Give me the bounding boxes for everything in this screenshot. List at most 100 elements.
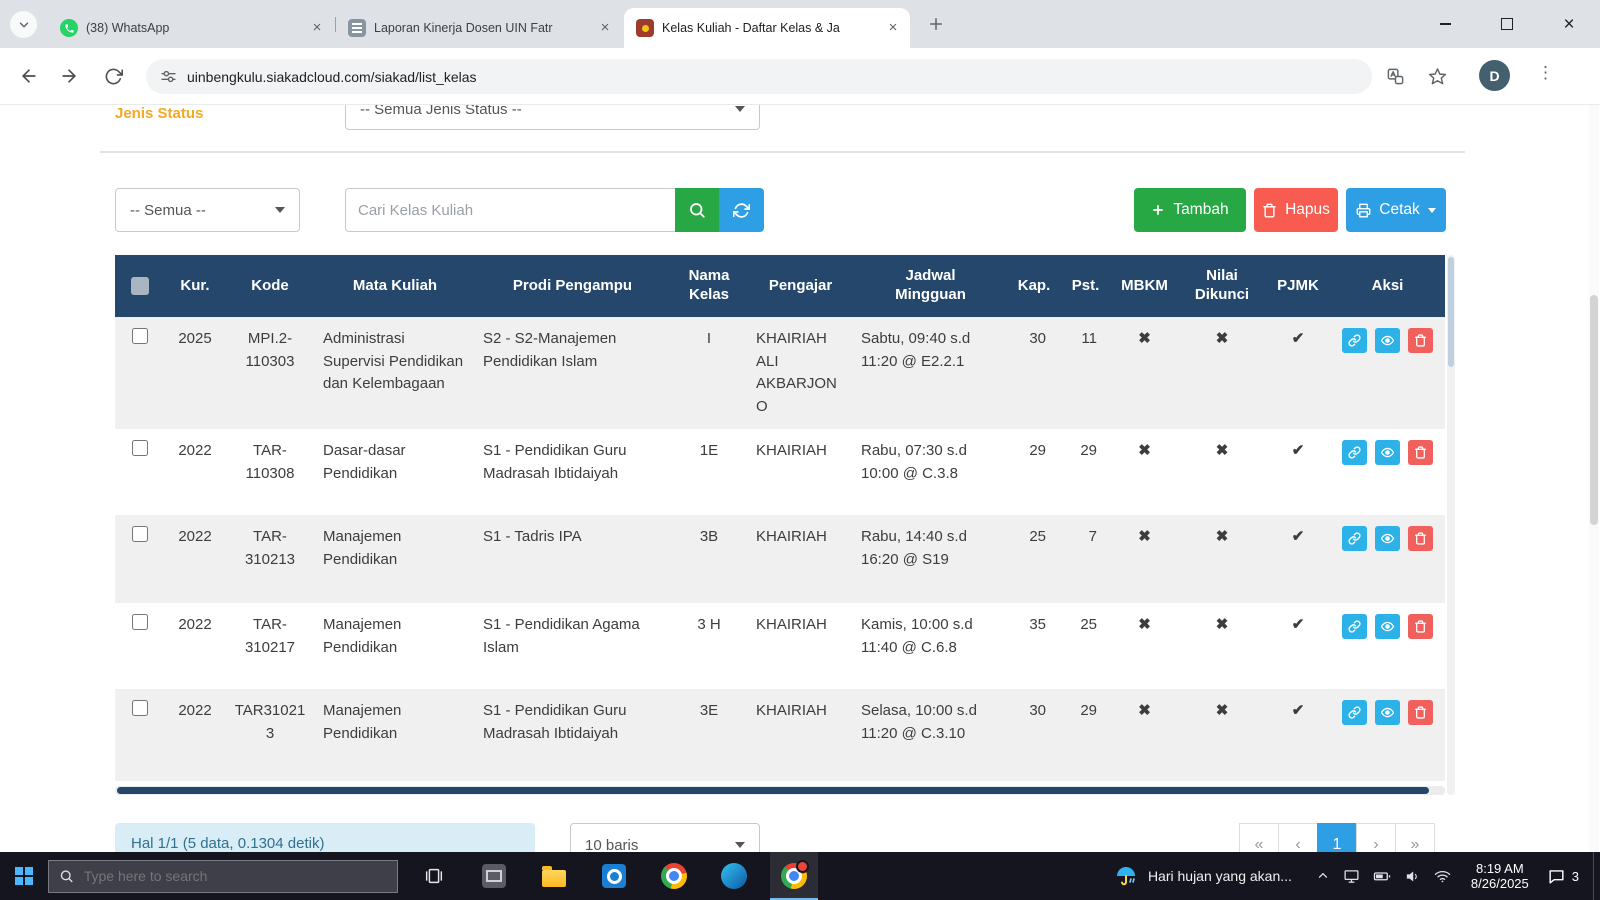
table-horizontal-scrollbar[interactable]	[115, 786, 1445, 795]
row-checkbox[interactable]	[132, 614, 148, 630]
pagination-first-button[interactable]: «	[1239, 823, 1279, 852]
profile-avatar[interactable]: D	[1479, 60, 1510, 91]
pagination-page-1-button[interactable]: 1	[1317, 823, 1357, 852]
tab-search-button[interactable]	[10, 11, 37, 38]
refresh-button[interactable]	[719, 188, 764, 232]
taskbar-mail-button[interactable]	[590, 852, 638, 900]
tab-close-icon[interactable]: ×	[308, 19, 326, 37]
tab-close-icon[interactable]: ×	[596, 19, 614, 37]
link-button[interactable]	[1342, 614, 1367, 639]
select-all-checkbox[interactable]	[131, 277, 149, 295]
cell-pjmk: ✔	[1266, 515, 1330, 603]
pagination-next-button[interactable]: ›	[1356, 823, 1396, 852]
cell-kode: TAR-310213	[225, 515, 315, 603]
delete-button[interactable]	[1408, 614, 1433, 639]
link-button[interactable]	[1342, 526, 1367, 551]
taskbar-search[interactable]	[48, 860, 398, 893]
back-button[interactable]	[12, 59, 46, 93]
weather-widget[interactable]: Hari hujan yang akan...	[1100, 852, 1306, 900]
taskbar-search-input[interactable]	[82, 867, 387, 885]
row-checkbox[interactable]	[132, 328, 148, 344]
scrollbar-thumb[interactable]	[1590, 295, 1598, 525]
filter-kategori-select[interactable]: -- Semua --	[115, 188, 300, 232]
tambah-button[interactable]: Tambah	[1134, 188, 1246, 232]
trash-icon	[1414, 706, 1427, 719]
search-button[interactable]	[675, 188, 719, 232]
minimize-icon	[1440, 23, 1451, 25]
page-size-select[interactable]: 10 baris	[570, 823, 760, 852]
whatsapp-icon	[60, 19, 78, 37]
tray-chevron-up-icon[interactable]	[1316, 869, 1330, 883]
taskbar-edge-button[interactable]	[710, 852, 758, 900]
browser-tab-kelas-kuliah[interactable]: Kelas Kuliah - Daftar Kelas & Ja ×	[624, 8, 910, 48]
delete-button[interactable]	[1408, 526, 1433, 551]
translate-button[interactable]	[1378, 59, 1412, 93]
link-button[interactable]	[1342, 700, 1367, 725]
show-desktop-button[interactable]	[1593, 852, 1600, 900]
scrollbar-thumb[interactable]	[117, 787, 1429, 794]
table-header-row: Kur. Kode Mata Kuliah Prodi Pengampu Nam…	[115, 255, 1445, 317]
jenis-status-select[interactable]: -- Semua Jenis Status --	[345, 105, 760, 130]
eye-icon	[1381, 532, 1394, 545]
delete-button[interactable]	[1408, 440, 1433, 465]
cetak-button[interactable]: Cetak	[1346, 188, 1446, 232]
cell-pjmk: ✔	[1266, 429, 1330, 515]
col-header-kode: Kode	[225, 255, 315, 317]
link-button[interactable]	[1342, 440, 1367, 465]
view-button[interactable]	[1375, 700, 1400, 725]
view-button[interactable]	[1375, 526, 1400, 551]
taskbar-chrome-active-button[interactable]	[770, 852, 818, 900]
address-bar[interactable]: uinbengkulu.siakadcloud.com/siakad/list_…	[146, 59, 1372, 94]
speaker-icon[interactable]	[1404, 868, 1421, 885]
chevron-down-icon	[17, 18, 31, 32]
close-button[interactable]: ×	[1538, 0, 1600, 48]
page-size-value: 10 baris	[585, 837, 638, 853]
maximize-button[interactable]	[1476, 0, 1538, 48]
minimize-button[interactable]	[1414, 0, 1476, 48]
search-input[interactable]	[345, 188, 675, 232]
taskbar-explorer-button[interactable]	[530, 852, 578, 900]
row-checkbox[interactable]	[132, 440, 148, 456]
task-view-button[interactable]	[410, 852, 458, 900]
tambah-label: Tambah	[1173, 201, 1228, 219]
display-icon[interactable]	[1343, 868, 1360, 885]
start-button[interactable]	[0, 852, 48, 900]
forward-button[interactable]	[52, 59, 86, 93]
browser-tab-laporan[interactable]: Laporan Kinerja Dosen UIN Fatr ×	[336, 8, 622, 48]
browser-tab-whatsapp[interactable]: (38) WhatsApp ×	[48, 8, 334, 48]
view-button[interactable]	[1375, 440, 1400, 465]
page-scrollbar[interactable]	[1589, 105, 1599, 852]
cell-aksi	[1330, 689, 1445, 781]
tab-close-icon[interactable]: ×	[884, 19, 902, 37]
scrollbar-thumb[interactable]	[1448, 257, 1454, 367]
battery-icon[interactable]	[1373, 867, 1391, 885]
forward-icon	[59, 66, 79, 86]
browser-menu-button[interactable]: ⋮	[1537, 63, 1554, 83]
cell-pjmk: ✔	[1266, 689, 1330, 781]
taskbar-app-button[interactable]	[470, 852, 518, 900]
table-vertical-scrollbar[interactable]	[1447, 255, 1455, 795]
reload-button[interactable]	[96, 59, 130, 93]
bookmark-star-button[interactable]	[1420, 59, 1454, 93]
app-icon	[482, 864, 506, 888]
browser-tab-bar: (38) WhatsApp × Laporan Kinerja Dosen UI…	[0, 0, 1600, 48]
row-checkbox[interactable]	[132, 700, 148, 716]
cell-nilai-dikunci: ✖	[1178, 689, 1266, 781]
umbrella-rain-icon	[1114, 864, 1138, 888]
action-center-button[interactable]: 3	[1539, 867, 1593, 886]
network-icon[interactable]	[1434, 868, 1451, 885]
view-button[interactable]	[1375, 328, 1400, 353]
hapus-button[interactable]: Hapus	[1254, 188, 1338, 232]
browser-toolbar: uinbengkulu.siakadcloud.com/siakad/list_…	[0, 48, 1600, 105]
delete-button[interactable]	[1408, 328, 1433, 353]
delete-button[interactable]	[1408, 700, 1433, 725]
pagination-prev-button[interactable]: ‹	[1278, 823, 1318, 852]
link-button[interactable]	[1342, 328, 1367, 353]
taskbar-chrome-button[interactable]	[650, 852, 698, 900]
pagination-last-button[interactable]: »	[1395, 823, 1435, 852]
taskbar-clock[interactable]: 8:19 AM 8/26/2025	[1461, 861, 1539, 891]
new-tab-button[interactable]	[922, 10, 950, 38]
table-row: 2022 TAR-110308 Dasar-dasar Pendidikan S…	[115, 429, 1445, 515]
cell-kode: TAR310213	[225, 689, 315, 781]
view-button[interactable]	[1375, 614, 1400, 639]
